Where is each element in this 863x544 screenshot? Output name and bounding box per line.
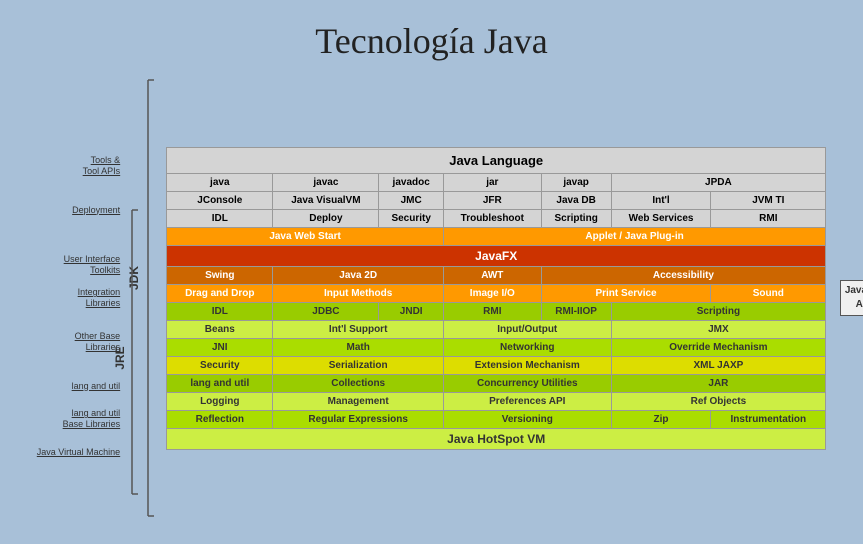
cell-collections: Collections [273,374,444,392]
cell-lang-util: lang and util [167,374,273,392]
cell-jmx: JMX [611,320,826,338]
cell-refobjects: Ref Objects [611,392,826,410]
cell-instrumentation: Instrumentation [711,410,826,428]
cell-jndi: JNDI [379,302,444,320]
cell-rmi-int: RMI [443,302,541,320]
table-row: JConsole Java VisualVM JMC JFR Java DB I… [167,191,826,209]
cell-math: Math [273,338,444,356]
deployment-label: Deployment [72,205,120,216]
cell-jvmti: JVM TI [711,191,826,209]
cell-security: Security [167,356,273,374]
cell-jfr: JFR [443,191,541,209]
diagram-wrapper: Tools &Tool APIs Deployment User Interfa… [37,78,826,518]
cell-awt: AWT [443,266,541,284]
lang-util-base-label: lang and utilBase Libraries [63,408,121,430]
svg-text:JRE: JRE [113,346,127,369]
integration-label: IntegrationLibraries [78,287,121,309]
table-row: JavaFX [167,245,826,266]
cell-security-tools: Security [379,209,444,227]
cell-deploy: Deploy [273,209,379,227]
cell-reflection: Reflection [167,410,273,428]
cell-idl-tools: IDL [167,209,273,227]
cell-imageio: Image I/O [443,284,541,302]
cell-jpda: JPDA [611,173,826,191]
table-row: Reflection Regular Expressions Versionin… [167,410,826,428]
cell-jar-lang: JAR [611,374,826,392]
table-row: lang and util Collections Concurrency Ut… [167,374,826,392]
table-row: Java HotSpot VM [167,428,826,449]
cell-visualvm: Java VisualVM [273,191,379,209]
page-title: Tecnología Java [315,20,547,62]
cell-javac: javac [273,173,379,191]
table-row: IDL JDBC JNDI RMI RMI-IIOP Scripting [167,302,826,320]
cell-hotspot: Java HotSpot VM [167,428,826,449]
lang-util-label: lang and util [72,381,121,392]
table-row: Security Serialization Extension Mechani… [167,356,826,374]
table-row: Java Web Start Applet / Java Plug-in [167,227,826,245]
cell-swing: Swing [167,266,273,284]
cell-jconsole: JConsole [167,191,273,209]
cell-extension: Extension Mechanism [443,356,611,374]
left-labels: Tools &Tool APIs Deployment User Interfa… [37,133,122,463]
cell-regex: Regular Expressions [273,410,444,428]
cell-intl-support: Int'l Support [273,320,444,338]
cell-javafx: JavaFX [167,245,826,266]
cell-java: java [167,173,273,191]
cell-accessibility: Accessibility [541,266,826,284]
table-row: Drag and Drop Input Methods Image I/O Pr… [167,284,826,302]
cell-versioning: Versioning [443,410,611,428]
table-row: IDL Deploy Security Troubleshoot Scripti… [167,209,826,227]
cell-idl-int: IDL [167,302,273,320]
cell-javap: javap [541,173,611,191]
cell-concurrency: Concurrency Utilities [443,374,611,392]
cell-intl: Int'l [611,191,711,209]
table-row: JNI Math Networking Override Mechanism [167,338,826,356]
cell-inputoutput: Input/Output [443,320,611,338]
cell-jmc: JMC [379,191,444,209]
cell-xml-jaxp: XML JAXP [611,356,826,374]
table-row: Swing Java 2D AWT Accessibility [167,266,826,284]
cell-webstart: Java Web Start [167,227,444,245]
jvm-label: Java Virtual Machine [37,447,120,458]
cell-dnd: Drag and Drop [167,284,273,302]
cell-jdbc: JDBC [273,302,379,320]
table-row: java javac javadoc jar javap JPDA [167,173,826,191]
svg-text:JDK: JDK [127,266,141,290]
cell-serialization: Serialization [273,356,444,374]
cell-webservices: Web Services [611,209,711,227]
cell-logging: Logging [167,392,273,410]
cell-jni: JNI [167,338,273,356]
table-row: Logging Management Preferences API Ref O… [167,392,826,410]
cell-jar: jar [443,173,541,191]
cell-beans: Beans [167,320,273,338]
cell-printservice: Print Service [541,284,711,302]
cell-applet: Applet / Java Plug-in [443,227,825,245]
java-se-api-label: Java SEAPI [840,280,863,316]
cell-management: Management [273,392,444,410]
cell-preferences: Preferences API [443,392,611,410]
java-tech-table: Java Language java javac javadoc jar jav… [166,147,826,450]
table-row: Java Language [167,147,826,173]
tools-label: Tools &Tool APIs [83,155,121,177]
cell-rmi-iiop: RMI-IIOP [541,302,611,320]
ui-toolkits-label: User InterfaceToolkits [64,254,121,276]
main-diagram: Java Language java javac javadoc jar jav… [166,147,826,450]
cell-networking: Networking [443,338,611,356]
table-row: Beans Int'l Support Input/Output JMX [167,320,826,338]
cell-scripting-int: Scripting [611,302,826,320]
cell-java2d: Java 2D [273,266,444,284]
cell-override: Override Mechanism [611,338,826,356]
cell-troubleshoot: Troubleshoot [443,209,541,227]
cell-javadb: Java DB [541,191,611,209]
cell-sound: Sound [711,284,826,302]
java-language-header: Java Language [167,147,826,173]
cell-rmi-tools: RMI [711,209,826,227]
cell-zip: Zip [611,410,711,428]
cell-inputmethods: Input Methods [273,284,444,302]
cell-javadoc: javadoc [379,173,444,191]
cell-scripting-tools: Scripting [541,209,611,227]
